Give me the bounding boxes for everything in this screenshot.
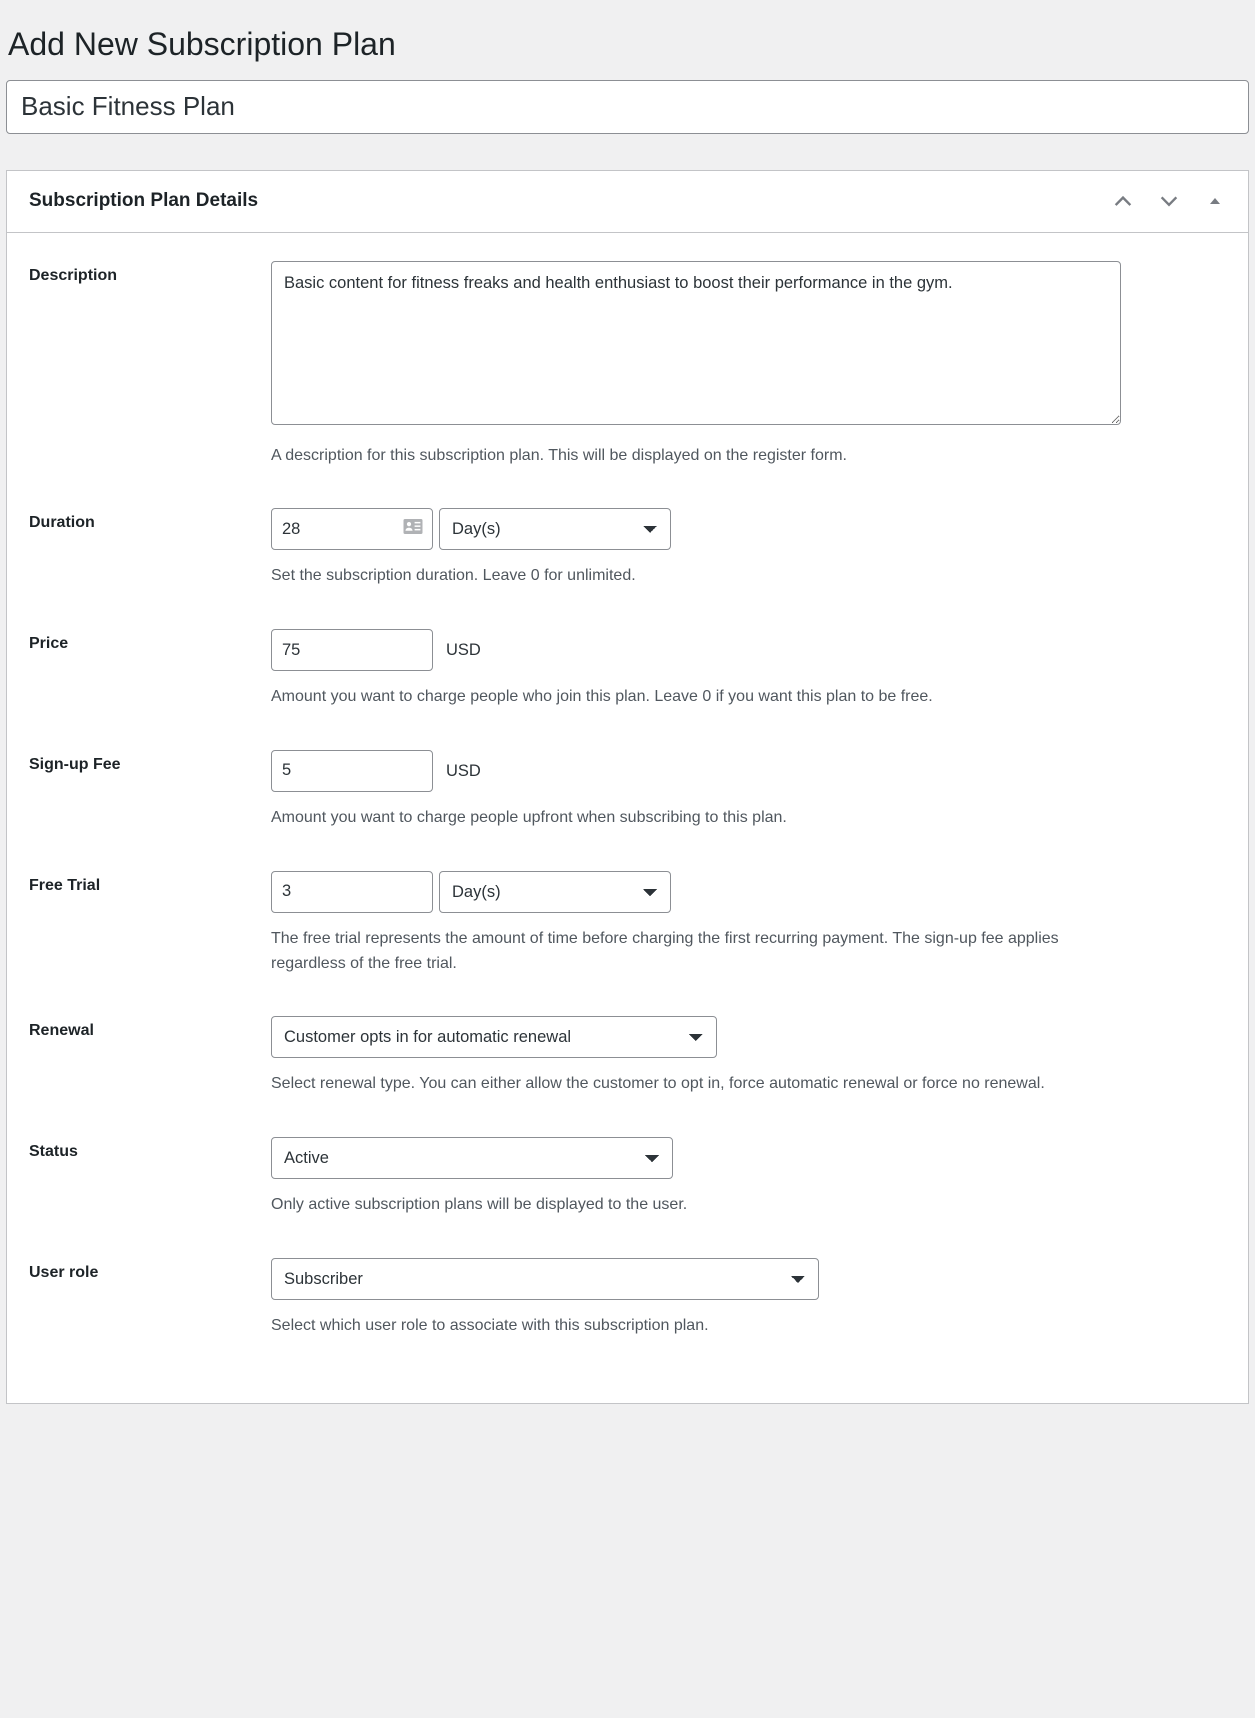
signup-fee-label: Sign-up Fee: [29, 755, 121, 773]
free-trial-help: The free trial represents the amount of …: [271, 929, 1059, 972]
field-row-status: Status Active Only active subscription p…: [29, 1117, 1226, 1238]
price-currency-label: USD: [446, 641, 481, 660]
price-controls: USD: [271, 629, 1216, 672]
plan-title-field-wrap: [0, 79, 1255, 134]
duration-label: Duration: [29, 514, 95, 532]
subscription-plan-details-panel: Subscription Plan Details Description Ba…: [6, 169, 1249, 1404]
status-help: Only active subscription plans will be d…: [271, 1196, 688, 1214]
panel-header-actions: [1102, 180, 1236, 222]
free-trial-input[interactable]: [271, 870, 433, 913]
panel-header: Subscription Plan Details: [7, 171, 1248, 233]
description-textarea[interactable]: [271, 260, 1121, 425]
free-trial-unit-select[interactable]: Day(s): [439, 870, 671, 913]
description-help: A description for this subscription plan…: [271, 446, 847, 464]
duration-input-wrap: [271, 508, 433, 551]
field-row-free-trial: Free Trial Day(s) The free trial represe…: [29, 851, 1226, 997]
panel-title: Subscription Plan Details: [29, 189, 259, 211]
free-trial-label: Free Trial: [29, 876, 101, 894]
panel-body: Description A description for this subsc…: [7, 233, 1248, 1403]
move-down-icon[interactable]: [1148, 180, 1190, 222]
user-role-help: Select which user role to associate with…: [271, 1316, 709, 1334]
field-row-signup-fee: Sign-up Fee USD Amount you want to charg…: [29, 730, 1226, 851]
duration-unit-select[interactable]: Day(s): [439, 508, 671, 551]
field-row-price: Price USD Amount you want to charge peop…: [29, 609, 1226, 730]
price-help: Amount you want to charge people who joi…: [271, 688, 933, 706]
duration-input[interactable]: [271, 508, 433, 551]
signup-fee-input[interactable]: [271, 749, 433, 792]
toggle-panel-icon[interactable]: [1194, 180, 1236, 222]
field-row-description: Description A description for this subsc…: [29, 241, 1226, 489]
status-select[interactable]: Active: [271, 1137, 673, 1180]
page-title: Add New Subscription Plan: [8, 26, 396, 62]
field-row-renewal: Renewal Customer opts in for automatic r…: [29, 996, 1226, 1117]
duration-help: Set the subscription duration. Leave 0 f…: [271, 567, 636, 585]
plan-details-form: Description A description for this subsc…: [29, 241, 1226, 1359]
admin-page: Add New Subscription Plan Subscription P…: [0, 0, 1255, 1718]
user-role-label: User role: [29, 1263, 99, 1281]
description-label: Description: [29, 266, 118, 284]
plan-title-input[interactable]: [6, 79, 1249, 134]
duration-controls: Day(s): [271, 508, 1216, 551]
signup-fee-controls: USD: [271, 749, 1216, 792]
renewal-label: Renewal: [29, 1022, 94, 1040]
status-label: Status: [29, 1143, 78, 1161]
price-label: Price: [29, 635, 69, 653]
price-input[interactable]: [271, 629, 433, 672]
field-row-duration: Duration 28 Day(s) Set the subscription …: [29, 488, 1226, 609]
renewal-select[interactable]: Customer opts in for automatic renewal: [271, 1016, 717, 1059]
free-trial-controls: Day(s): [271, 870, 1216, 913]
renewal-help: Select renewal type. You can either allo…: [271, 1075, 1045, 1093]
signup-fee-currency-label: USD: [446, 761, 481, 780]
field-row-user-role: User role Subscriber Select which user r…: [29, 1238, 1226, 1359]
signup-fee-help: Amount you want to charge people upfront…: [271, 808, 787, 826]
move-up-icon[interactable]: [1102, 180, 1144, 222]
user-role-select[interactable]: Subscriber: [271, 1257, 819, 1300]
